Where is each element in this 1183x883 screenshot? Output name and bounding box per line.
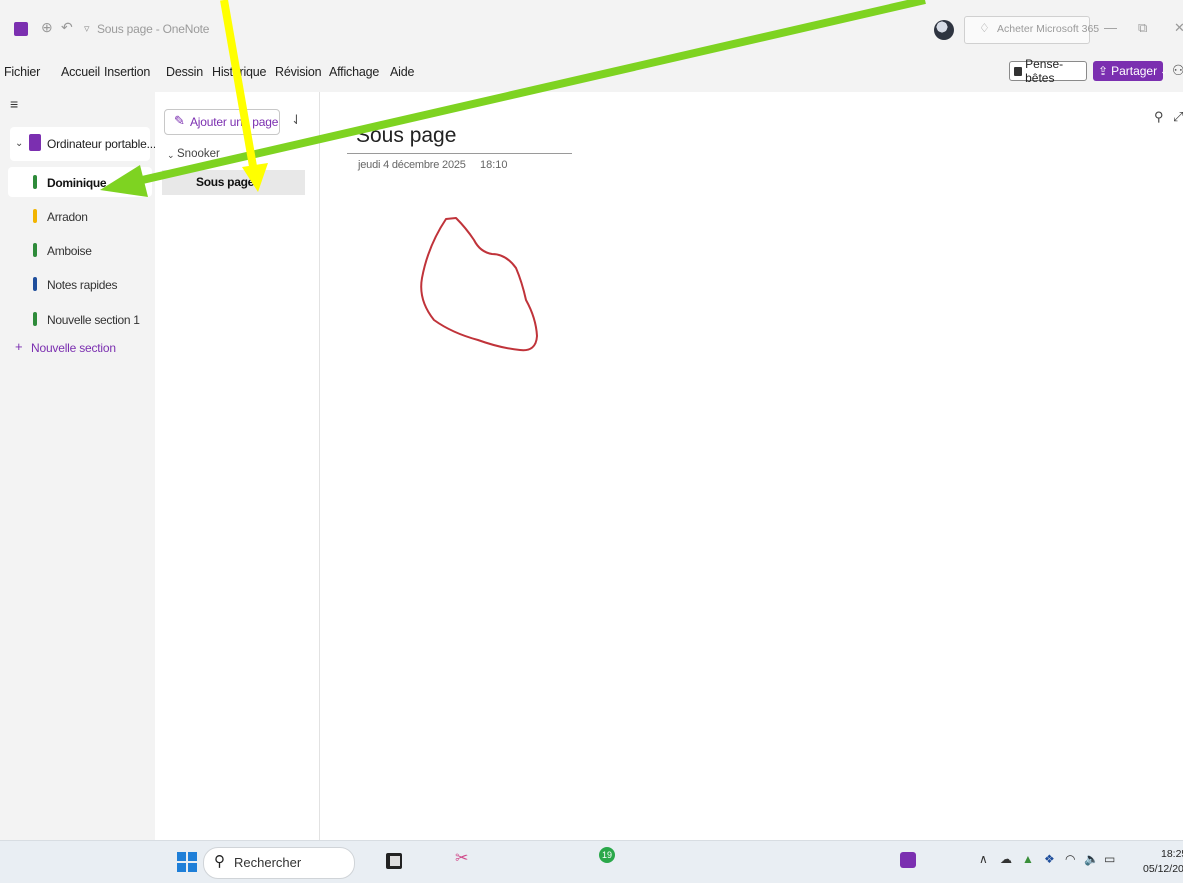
search-icon: ⚲ <box>214 853 225 870</box>
chevron-up-icon[interactable]: ∧ <box>979 852 988 866</box>
clock-date[interactable]: 05/12/2025 <box>1143 863 1183 875</box>
annotation-overlay <box>100 0 926 352</box>
snipping-tool-icon[interactable]: ✂ <box>455 848 468 868</box>
drive-icon[interactable]: ▲ <box>1022 852 1034 866</box>
volume-icon[interactable]: 🔈 <box>1084 852 1099 866</box>
green-arrow-head <box>100 165 148 197</box>
yellow-arrow-line <box>220 0 258 173</box>
windows-start-icon[interactable] <box>177 852 197 872</box>
ink-drawing <box>420 217 538 352</box>
wifi-icon[interactable]: ◠ <box>1065 852 1075 866</box>
cloud-icon[interactable]: ☁ <box>1000 852 1012 866</box>
yellow-arrow-head <box>242 163 268 192</box>
green-arrow-line <box>124 0 926 188</box>
onenote-taskbar-icon[interactable] <box>900 852 916 868</box>
taskbar-search-placeholder: Rechercher <box>234 855 302 870</box>
clock-time[interactable]: 18:25 <box>1161 848 1183 860</box>
notification-badge[interactable]: 19 <box>599 847 615 863</box>
dropbox-icon[interactable]: ❖ <box>1044 852 1055 866</box>
taskbar-app-icon-inner <box>390 856 400 866</box>
battery-icon[interactable]: ▭ <box>1104 852 1115 866</box>
